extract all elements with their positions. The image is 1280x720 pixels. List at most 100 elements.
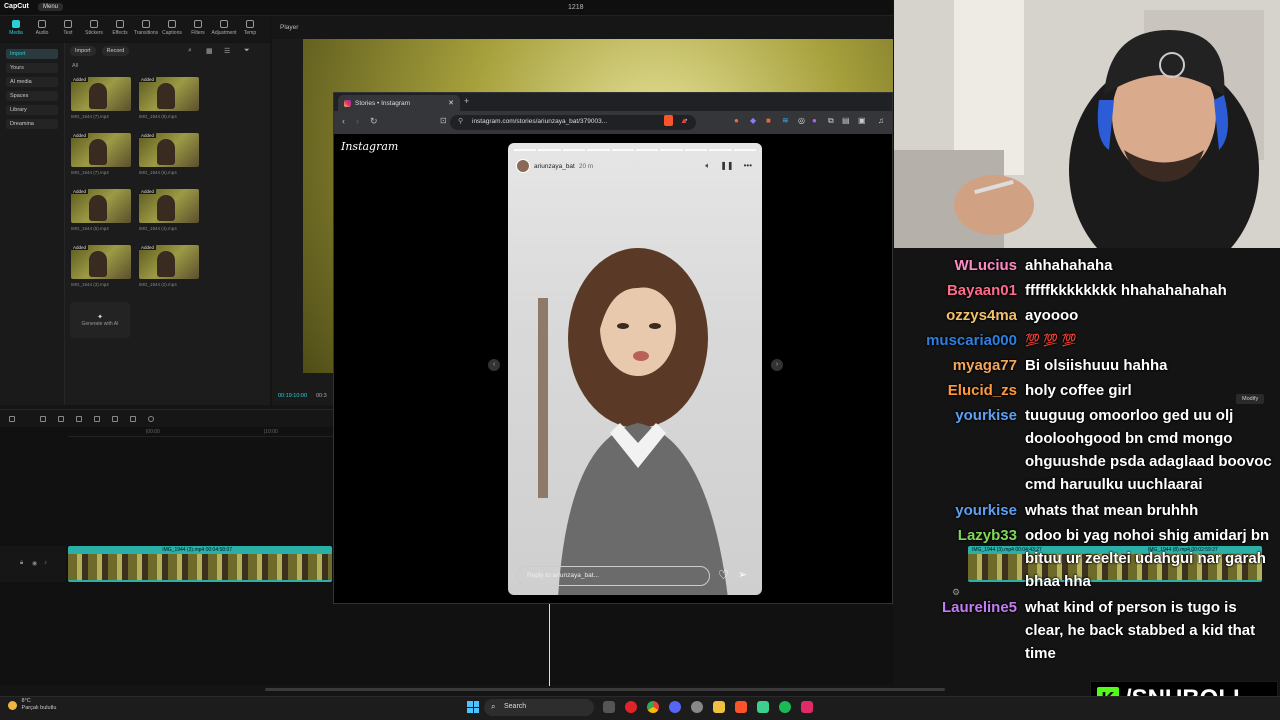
- new-tab-icon[interactable]: +: [464, 96, 469, 106]
- next-story-icon[interactable]: ›: [771, 359, 783, 371]
- media-item[interactable]: Added IMG_1944 (7).mp4: [71, 77, 131, 119]
- media-item[interactable]: Added IMG_1944 (7).mp4: [71, 133, 131, 175]
- extension-icon[interactable]: ≋: [782, 116, 789, 125]
- chat-username[interactable]: Bayaan01: [947, 282, 1017, 299]
- tool-filters[interactable]: Filters: [186, 17, 210, 41]
- filter-icon[interactable]: ⏷: [244, 47, 250, 55]
- app-icon[interactable]: [757, 701, 769, 713]
- prev-story-icon[interactable]: ‹: [488, 359, 500, 371]
- mute-icon[interactable]: 🔈︎: [705, 161, 710, 171]
- chat-username[interactable]: Lazyb33: [958, 527, 1017, 544]
- lock-icon[interactable]: 🔒︎: [20, 560, 23, 567]
- capcut-taskbar-icon[interactable]: [801, 701, 813, 713]
- record-button[interactable]: Record: [101, 46, 130, 56]
- sidebar-item-import[interactable]: Import: [6, 49, 58, 59]
- menu-button[interactable]: Menu: [38, 3, 64, 11]
- tool-media[interactable]: Media: [4, 17, 28, 41]
- discord-icon[interactable]: [669, 701, 681, 713]
- brave-shield-icon[interactable]: [664, 115, 673, 126]
- chat-username[interactable]: yourkise: [955, 502, 1017, 519]
- chat-username[interactable]: yourkise: [955, 407, 1017, 424]
- puzzle-icon[interactable]: ⧉: [828, 116, 834, 126]
- timeline-clip[interactable]: IMG_1944 (3).mp4 00:04:58:07: [68, 546, 332, 582]
- chat-username[interactable]: Elucid_zs: [948, 382, 1017, 399]
- sidebar-item-dreamina[interactable]: Dreamina: [6, 119, 58, 129]
- tool-text[interactable]: Text: [56, 17, 80, 41]
- taskbar-search[interactable]: ⌕ Search: [484, 699, 594, 716]
- sidebar-item-spaces[interactable]: Spaces: [6, 91, 58, 101]
- chat-username[interactable]: muscaria000: [926, 332, 1017, 349]
- pause-icon[interactable]: ❚❚: [720, 161, 733, 171]
- media-item[interactable]: Added IMG_1944 (2).mp4: [139, 245, 199, 287]
- generate-with-ai-button[interactable]: ✦ Generate with AI: [70, 302, 130, 338]
- extension-icon[interactable]: ●: [812, 116, 817, 125]
- chat-username[interactable]: myaga77: [953, 357, 1017, 374]
- send-icon[interactable]: ➢: [738, 568, 747, 581]
- grid-view-icon[interactable]: ▦: [206, 47, 213, 55]
- trim-right-icon[interactable]: [112, 416, 118, 422]
- back-icon[interactable]: ‹: [342, 116, 345, 126]
- trim-left-icon[interactable]: [94, 416, 100, 422]
- extension-icon[interactable]: ●: [734, 116, 739, 125]
- reload-icon[interactable]: ↻: [370, 116, 378, 127]
- site-info-icon[interactable]: ⚲: [458, 117, 463, 125]
- address-bar[interactable]: ⚲ instagram.com/stories/ariunzaya_bat/37…: [450, 115, 696, 130]
- sidebar-item-ai-media[interactable]: AI media: [6, 77, 58, 87]
- sidebar-icon[interactable]: ▤: [842, 116, 850, 125]
- opera-icon[interactable]: [625, 701, 637, 713]
- wallet-icon[interactable]: ▣: [858, 116, 866, 125]
- browser-tab[interactable]: Stories • Instagram ✕: [338, 95, 460, 111]
- chrome-icon[interactable]: [647, 701, 659, 713]
- timeline-scrollbar[interactable]: [265, 688, 945, 691]
- media-item[interactable]: Added IMG_1944 (3).mp4: [71, 245, 131, 287]
- audio-toggle-icon[interactable]: ♪: [44, 560, 47, 566]
- weather-widget[interactable]: 8°C Parçalı bulutlu: [8, 698, 56, 712]
- forward-icon[interactable]: ›: [356, 116, 359, 126]
- sidebar-item-yours[interactable]: Yours: [6, 63, 58, 73]
- heart-icon[interactable]: ♡: [718, 568, 729, 582]
- obs-icon[interactable]: [691, 701, 703, 713]
- select-tool-icon[interactable]: [9, 416, 15, 422]
- tool-transitions[interactable]: Transitions: [134, 17, 158, 41]
- tool-templates[interactable]: Temp: [238, 17, 262, 41]
- redo-icon[interactable]: [58, 416, 64, 422]
- media-item[interactable]: Added IMG_1944 (6).mp4: [139, 133, 199, 175]
- tool-captions[interactable]: Captions: [160, 17, 184, 41]
- brave-rewards-icon[interactable]: ▲: [680, 116, 688, 125]
- story-username[interactable]: ariunzaya_bat: [534, 163, 575, 170]
- delete-icon[interactable]: [130, 416, 136, 422]
- media-item[interactable]: Added IMG_1944 (4).mp4: [139, 189, 199, 231]
- spotify-icon[interactable]: [779, 701, 791, 713]
- shield-icon[interactable]: [148, 416, 154, 422]
- brave-icon[interactable]: [735, 701, 747, 713]
- undo-icon[interactable]: [40, 416, 46, 422]
- tool-adjustment[interactable]: Adjustment: [212, 17, 237, 41]
- chat-username[interactable]: WLucius: [955, 257, 1018, 274]
- file-explorer-icon[interactable]: [713, 701, 725, 713]
- media-item[interactable]: Added IMG_1944 (8).mp4: [139, 77, 199, 119]
- reply-input[interactable]: Reply to ariunzaya_bat...: [516, 566, 710, 586]
- playhead[interactable]: [549, 604, 550, 686]
- avatar[interactable]: [516, 159, 530, 173]
- task-view-icon[interactable]: [603, 701, 615, 713]
- tool-effects[interactable]: Effects: [108, 17, 132, 41]
- bookmark-icon[interactable]: ⊡: [440, 116, 447, 125]
- chat-username[interactable]: Laureline5: [942, 599, 1017, 616]
- media-item[interactable]: Added IMG_1944 (5).mp4: [71, 189, 131, 231]
- sidebar-item-library[interactable]: Library: [6, 105, 58, 115]
- tool-audio[interactable]: Audio: [30, 17, 54, 41]
- close-tab-icon[interactable]: ✕: [448, 99, 454, 107]
- import-button[interactable]: Import: [70, 46, 96, 56]
- extension-icon[interactable]: ◎: [798, 116, 805, 125]
- chat-username[interactable]: ozzys4ma: [946, 307, 1017, 324]
- more-icon[interactable]: •••: [744, 161, 752, 171]
- instagram-logo[interactable]: Instagram: [341, 140, 398, 153]
- eye-icon[interactable]: ◉: [32, 560, 37, 567]
- tool-stickers[interactable]: Stickers: [82, 17, 106, 41]
- music-icon[interactable]: ♫: [878, 116, 884, 125]
- sort-icon[interactable]: ☰: [224, 47, 230, 55]
- start-icon[interactable]: [467, 701, 479, 713]
- extension-icon[interactable]: ■: [766, 116, 771, 125]
- extension-icon[interactable]: ◆: [750, 116, 756, 125]
- split-icon[interactable]: [76, 416, 82, 422]
